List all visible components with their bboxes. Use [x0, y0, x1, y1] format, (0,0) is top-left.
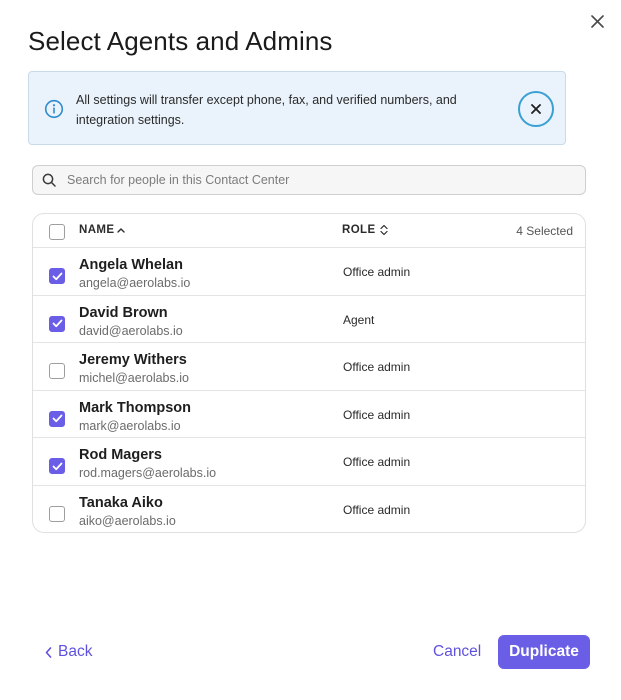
close-icon — [531, 104, 541, 114]
person-email: michel@aerolabs.io — [79, 371, 189, 385]
person-email: david@aerolabs.io — [79, 323, 183, 338]
table-header: NAME ROLE 4 Selected — [33, 214, 585, 248]
checkmark-icon — [52, 462, 62, 470]
sort-ascending-icon — [117, 228, 126, 233]
person-email: mark@aerolabs.io — [79, 418, 181, 433]
table-row[interactable]: Mark Thompson mark@aerolabs.io Office admi… — [33, 391, 585, 438]
table-row[interactable]: Tanaka Aiko aiko@aerolabs.io Office admin — [33, 486, 585, 533]
person-role: Agent — [343, 312, 375, 327]
role-column-label: ROLE — [342, 224, 376, 236]
sort-icon — [379, 224, 388, 236]
checkmark-icon — [52, 319, 62, 328]
person-name: Mark Thompson — [79, 399, 191, 416]
person-email: rod.magers@aerolabs.io — [79, 466, 217, 480]
duplicate-label: Duplicate — [509, 643, 579, 660]
role-column-header[interactable]: ROLE — [342, 224, 389, 236]
person-name: Jeremy Withers — [79, 352, 187, 368]
person-name: Tanaka Aiko — [79, 494, 163, 511]
person-role: Office admin — [343, 407, 411, 422]
cancel-button[interactable]: Cancel — [433, 643, 481, 661]
back-button[interactable]: Back — [45, 643, 92, 661]
person-email: angela@aerolabs.io — [79, 276, 191, 290]
close-icon — [590, 14, 604, 28]
table-row[interactable]: David Brown david@aerolabs.io Agent — [33, 296, 585, 343]
table-row[interactable]: Jeremy Withers michel@aerolabs.io Office a… — [33, 343, 585, 391]
row-checkbox[interactable] — [49, 363, 65, 379]
row-checkbox[interactable] — [49, 268, 65, 284]
person-name: Angela Whelan — [79, 257, 183, 273]
checkmark-icon — [52, 414, 62, 423]
row-checkbox[interactable] — [49, 458, 65, 474]
search-input[interactable] — [67, 173, 567, 187]
row-checkbox[interactable] — [49, 315, 65, 332]
info-banner: All settings will transfer except phone,… — [28, 71, 566, 145]
back-label: Back — [58, 643, 93, 660]
search-field[interactable] — [32, 165, 586, 195]
dialog-title: Select Agents and Admins — [28, 26, 333, 56]
row-checkbox[interactable] — [49, 505, 65, 522]
person-email: aiko@aerolabs.io — [79, 513, 176, 528]
info-icon — [44, 99, 64, 119]
name-column-header[interactable]: NAME — [79, 224, 126, 236]
close-dialog-button[interactable] — [587, 11, 607, 31]
person-role: Office admin — [343, 455, 411, 469]
person-name: David Brown — [79, 304, 168, 321]
select-all-checkbox[interactable] — [49, 224, 65, 240]
search-icon — [42, 173, 56, 187]
people-table: NAME ROLE 4 Selected Angela Whelan angela… — [32, 213, 586, 533]
name-column-label: NAME — [79, 224, 115, 236]
person-role: Office admin — [343, 360, 411, 374]
table-row[interactable]: Rod Magers rod.magers@aerolabs.io Office a… — [33, 438, 585, 486]
checkmark-icon — [52, 272, 62, 280]
row-checkbox[interactable] — [49, 410, 65, 427]
banner-text: All settings will transfer except phone,… — [76, 93, 457, 127]
table-row[interactable]: Angela Whelan angela@aerolabs.io Office ad… — [33, 248, 585, 296]
person-role: Office admin — [343, 265, 411, 279]
selected-count: 4 Selected — [516, 224, 573, 238]
person-name: Rod Magers — [79, 447, 162, 463]
duplicate-button[interactable]: Duplicate — [498, 635, 590, 669]
person-role: Office admin — [343, 502, 411, 517]
chevron-left-icon — [45, 646, 52, 658]
dismiss-banner-button[interactable] — [518, 91, 554, 127]
